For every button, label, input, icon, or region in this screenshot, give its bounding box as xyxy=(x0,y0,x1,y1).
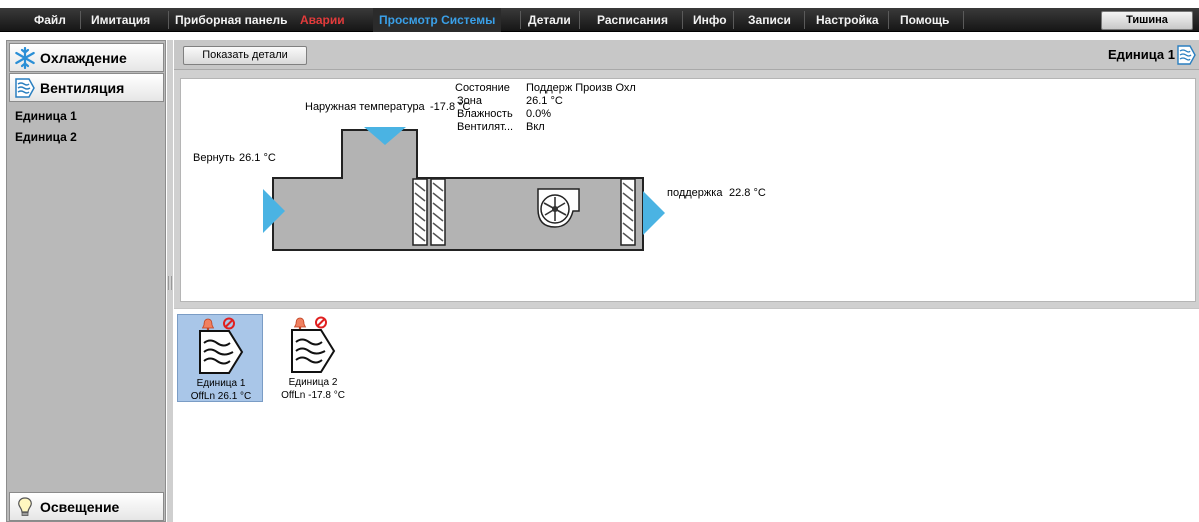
sidebar-item-unit-2[interactable]: Единица 2 xyxy=(15,130,77,144)
menu-bar: Файл Имитация Приборная панель Аварии Пр… xyxy=(0,8,1199,32)
unit-title: Единица 1 xyxy=(1108,47,1175,62)
diagram-panel: Состояние Поддерж Произв Охл Зона 26.1 °… xyxy=(174,70,1199,308)
menu-details[interactable]: Детали xyxy=(528,8,571,32)
air-handler-graphic xyxy=(263,127,665,251)
duct-body xyxy=(272,129,644,251)
menu-system-view[interactable]: Просмотр Системы xyxy=(373,8,502,32)
unit-tile-2[interactable]: Единица 2 OffLn -17.8 °C xyxy=(270,314,356,402)
menu-simulation[interactable]: Имитация xyxy=(91,8,150,32)
sidebar-ventilation-button[interactable]: Вентиляция xyxy=(9,73,164,102)
ventilation-icon xyxy=(1177,45,1196,65)
air-handler-diagram: Состояние Поддерж Произв Охл Зона 26.1 °… xyxy=(180,78,1196,302)
menu-help[interactable]: Помощь xyxy=(900,8,949,32)
supply-air-arrow xyxy=(643,191,665,235)
tile-unit-status: OffLn -17.8 °C xyxy=(281,390,345,401)
snowflake-icon xyxy=(15,47,35,69)
menu-dashboard[interactable]: Приборная панель xyxy=(175,8,288,32)
sidebar: Охлаждение Вентиляция Единица 1 Единица … xyxy=(6,40,166,522)
sidebar-lighting-button[interactable]: Освещение xyxy=(9,492,164,521)
show-details-button[interactable]: Показать детали xyxy=(183,46,307,65)
tile-unit-name: Единица 1 xyxy=(196,378,246,389)
units-tile-panel: Единица 1 OffLn 26.1 °C Единица 2 OffLn … xyxy=(174,308,1199,522)
menu-settings[interactable]: Настройка xyxy=(816,8,879,32)
menu-info[interactable]: Инфо xyxy=(693,8,727,32)
menu-alarms[interactable]: Аварии xyxy=(300,8,345,32)
sidebar-cooling-label: Охлаждение xyxy=(40,50,127,66)
menu-separator xyxy=(963,11,964,29)
filter-3 xyxy=(620,178,636,246)
menu-separator xyxy=(888,11,889,29)
sidebar-item-unit-1[interactable]: Единица 1 xyxy=(15,109,77,123)
filter-1 xyxy=(412,178,428,246)
sidebar-cooling-button[interactable]: Охлаждение xyxy=(9,43,164,72)
lightbulb-icon xyxy=(18,497,32,516)
menu-file[interactable]: Файл xyxy=(34,8,66,32)
splitter-grip[interactable] xyxy=(168,276,172,290)
toolbar: Показать детали Единица 1 xyxy=(174,40,1199,70)
sidebar-ventilation-label: Вентиляция xyxy=(40,80,125,96)
unit-tile-1[interactable]: Единица 1 OffLn 26.1 °C xyxy=(177,314,263,402)
menu-separator xyxy=(682,11,683,29)
menu-schedules[interactable]: Расписания xyxy=(597,8,668,32)
sidebar-lighting-label: Освещение xyxy=(40,499,120,515)
menu-separator xyxy=(80,11,81,29)
tile-unit-name: Единица 2 xyxy=(288,377,338,388)
ventilation-icon xyxy=(291,329,336,373)
filter-2 xyxy=(430,178,446,246)
ventilation-icon xyxy=(199,330,244,374)
silence-button[interactable]: Тишина xyxy=(1101,11,1193,30)
menu-separator xyxy=(804,11,805,29)
menu-separator xyxy=(733,11,734,29)
menu-records[interactable]: Записи xyxy=(748,8,791,32)
panel-splitter[interactable] xyxy=(167,40,173,522)
top-strip xyxy=(0,0,1199,8)
main-area: Показать детали Единица 1 Состояние Подд… xyxy=(174,40,1199,522)
menu-separator xyxy=(168,11,169,29)
ventilation-icon xyxy=(15,78,35,98)
tile-unit-status: OffLn 26.1 °C xyxy=(190,391,252,402)
menu-separator xyxy=(579,11,580,29)
app-window: Файл Имитация Приборная панель Аварии Пр… xyxy=(0,0,1199,522)
menu-separator xyxy=(520,11,521,29)
